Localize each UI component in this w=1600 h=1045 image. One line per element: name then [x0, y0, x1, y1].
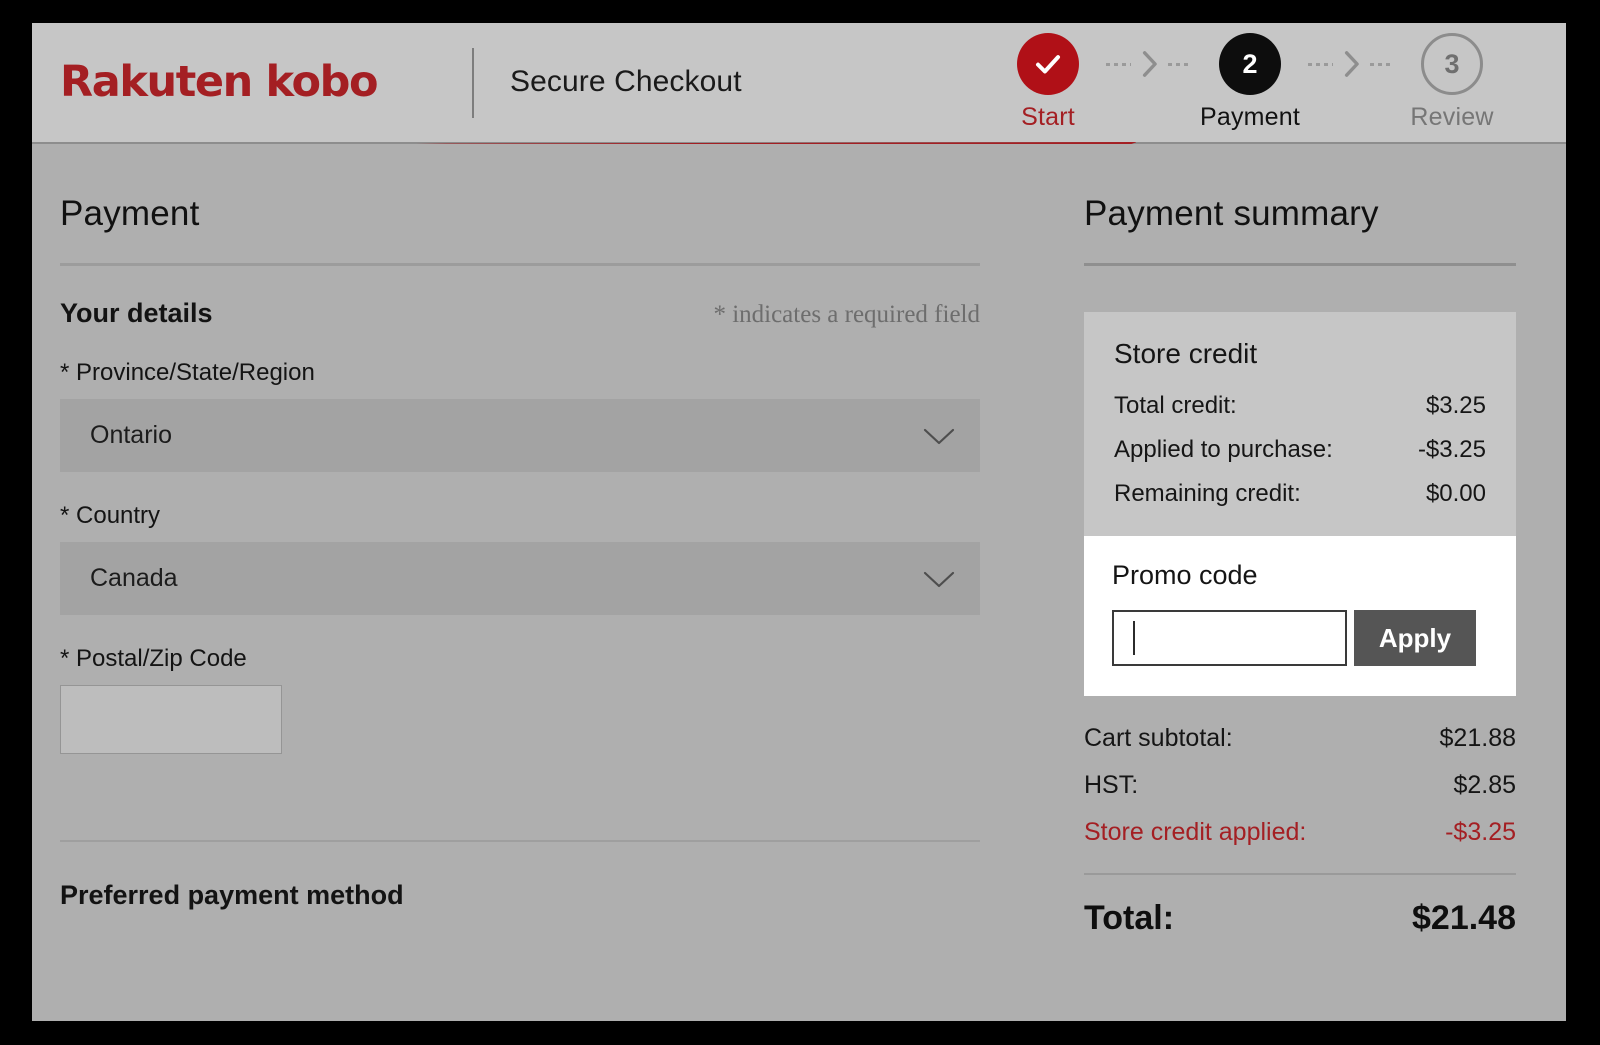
- step-separator-2: [1308, 33, 1394, 95]
- step-review-badge: 3: [1421, 33, 1483, 95]
- chevron-right-icon: [1140, 50, 1159, 78]
- step-payment[interactable]: 2 Payment: [1192, 33, 1308, 132]
- step-start-badge: [1017, 33, 1079, 95]
- payment-form-column: Payment Your details * indicates a requi…: [60, 144, 980, 1019]
- page-body: Payment Your details * indicates a requi…: [32, 144, 1566, 1019]
- province-select[interactable]: Ontario: [60, 399, 980, 472]
- heading-divider: [60, 263, 980, 266]
- page-header: Rakuten kobo Secure Checkout Start: [32, 23, 1566, 144]
- brand-logo[interactable]: Rakuten kobo: [32, 23, 472, 142]
- store-credit-panel: Store credit Total credit: $3.25 Applied…: [1084, 312, 1516, 536]
- summary-heading-divider: [1084, 263, 1516, 266]
- total-row-subtotal: Cart subtotal: $21.88: [1084, 724, 1516, 753]
- total-label: Store credit applied:: [1084, 818, 1306, 847]
- grand-total-value: $21.48: [1412, 899, 1516, 938]
- page-title: Secure Checkout: [474, 63, 990, 101]
- dotted-line: [1168, 63, 1193, 66]
- step-review[interactable]: 3 Review: [1394, 33, 1510, 132]
- checkout-page: Rakuten kobo Secure Checkout Start: [32, 23, 1566, 1021]
- total-label: Cart subtotal:: [1084, 724, 1233, 753]
- total-value: -$3.25: [1445, 818, 1516, 847]
- order-totals: Cart subtotal: $21.88 HST: $2.85 Store c…: [1084, 724, 1516, 938]
- store-credit-value: -$3.25: [1418, 436, 1486, 464]
- step-start[interactable]: Start: [990, 33, 1106, 132]
- field-country-label: * Country: [60, 502, 980, 530]
- store-credit-label: Applied to purchase:: [1114, 436, 1333, 464]
- country-select-value: Canada: [90, 564, 922, 593]
- your-details-heading: Your details: [60, 298, 213, 329]
- store-credit-row: Applied to purchase: -$3.25: [1114, 436, 1486, 464]
- total-label: HST:: [1084, 771, 1138, 800]
- brand-logo-text: Rakuten kobo: [60, 61, 377, 104]
- province-select-value: Ontario: [90, 421, 922, 450]
- store-credit-row: Total credit: $3.25: [1114, 392, 1486, 420]
- dotted-line: [1308, 63, 1333, 66]
- total-value: $21.88: [1440, 724, 1516, 753]
- step-separator-1: [1106, 33, 1192, 95]
- total-row-store-credit: Store credit applied: -$3.25: [1084, 818, 1516, 847]
- promo-code-input[interactable]: [1112, 610, 1347, 666]
- chevron-down-icon: [922, 426, 956, 446]
- form-section-divider: [60, 840, 980, 842]
- field-country: * Country Canada: [60, 502, 980, 615]
- store-credit-label: Remaining credit:: [1114, 480, 1301, 508]
- payment-heading: Payment: [60, 194, 980, 234]
- total-row-tax: HST: $2.85: [1084, 771, 1516, 800]
- payment-method-heading: Preferred payment method: [60, 880, 980, 911]
- check-icon: [1033, 49, 1063, 79]
- summary-heading: Payment summary: [1084, 194, 1516, 234]
- store-credit-value: $0.00: [1426, 480, 1486, 508]
- payment-summary-column: Payment summary Store credit Total credi…: [1084, 144, 1516, 1019]
- field-postal-code-label: * Postal/Zip Code: [60, 645, 980, 673]
- checkout-stepper: Start 2 Payment: [990, 33, 1566, 132]
- grand-total-divider: [1084, 873, 1516, 875]
- your-details-row: Your details * indicates a required fiel…: [60, 298, 980, 329]
- country-select[interactable]: Canada: [60, 542, 980, 615]
- postal-code-input[interactable]: [60, 685, 282, 754]
- store-credit-title: Store credit: [1114, 338, 1486, 370]
- chevron-down-icon: [922, 569, 956, 589]
- grand-total-label: Total:: [1084, 899, 1174, 938]
- promo-code-row: Apply: [1112, 610, 1488, 666]
- field-postal-code: * Postal/Zip Code: [60, 645, 980, 754]
- store-credit-row: Remaining credit: $0.00: [1114, 480, 1486, 508]
- step-payment-badge: 2: [1219, 33, 1281, 95]
- chevron-right-icon: [1342, 50, 1361, 78]
- apply-promo-button[interactable]: Apply: [1354, 610, 1476, 666]
- dotted-line: [1370, 63, 1395, 66]
- store-credit-value: $3.25: [1426, 392, 1486, 420]
- step-start-label: Start: [1021, 103, 1075, 132]
- promo-code-panel: Promo code Apply: [1084, 536, 1516, 696]
- step-review-label: Review: [1410, 103, 1493, 132]
- column-gap: [980, 144, 1084, 1019]
- grand-total-row: Total: $21.48: [1084, 899, 1516, 938]
- field-province: * Province/State/Region Ontario: [60, 359, 980, 472]
- dotted-line: [1106, 63, 1131, 66]
- promo-code-title: Promo code: [1112, 560, 1488, 591]
- store-credit-label: Total credit:: [1114, 392, 1237, 420]
- step-payment-label: Payment: [1200, 103, 1300, 132]
- text-caret: [1133, 621, 1135, 655]
- required-field-note: * indicates a required field: [713, 301, 980, 329]
- total-value: $2.85: [1453, 771, 1516, 800]
- field-province-label: * Province/State/Region: [60, 359, 980, 387]
